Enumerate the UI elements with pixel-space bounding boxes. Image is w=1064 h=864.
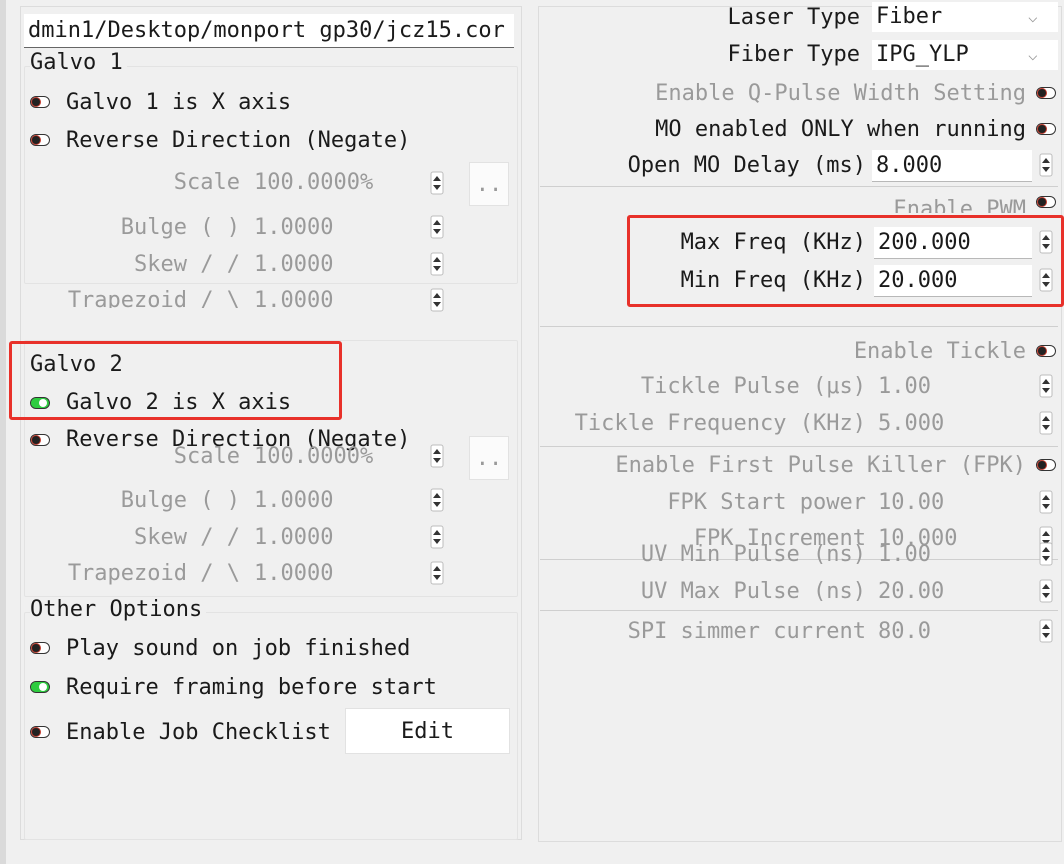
galvo1-trapezoid-value[interactable]: 1.0000 — [254, 288, 333, 308]
galvo2-bulge-label: Bulge ( ) — [120, 488, 240, 513]
galvo1-skew-value[interactable]: 1.0000 — [254, 251, 333, 279]
spin-arrows-icon[interactable] — [1038, 410, 1054, 436]
toggle-switch-icon[interactable] — [30, 96, 50, 108]
toggle-switch-icon[interactable] — [1036, 459, 1056, 471]
galvo1-trapezoid-label: Trapezoid / \ — [67, 288, 240, 308]
galvo2-scale-browse-button[interactable]: .. — [469, 436, 509, 480]
highlight-box-galvo2-x-axis — [9, 341, 342, 420]
section-divider — [540, 186, 1058, 187]
chevron-down-icon: ⌵ — [1028, 7, 1038, 26]
play-sound-label: Play sound on job finished — [66, 636, 411, 661]
spin-arrows-icon[interactable] — [1038, 152, 1054, 178]
spin-arrows-icon[interactable] — [429, 560, 445, 586]
spin-arrows-icon[interactable] — [429, 251, 445, 277]
spi-simmer-label: SPI simmer current — [627, 619, 866, 644]
toggle-switch-icon[interactable] — [30, 681, 50, 693]
q-pulse-label: Enable Q-Pulse Width Setting — [655, 81, 1026, 106]
fiber-type-select[interactable]: IPG_YLP ⌵ — [872, 40, 1058, 70]
galvo1-reverse-label: Reverse Direction (Negate) — [66, 128, 411, 153]
section-divider — [540, 326, 1058, 327]
fpk-label: Enable First Pulse Killer (FPK) — [615, 453, 1026, 478]
tickle-frequency-label: Tickle Frequency (KHz) — [574, 411, 866, 436]
spin-arrows-icon[interactable] — [1038, 373, 1054, 399]
laser-type-select[interactable]: Fiber ⌵ — [872, 2, 1058, 32]
mo-delay-label: Open MO Delay (ms) — [627, 153, 866, 178]
galvo1-x-axis-label: Galvo 1 is X axis — [66, 90, 292, 115]
tickle-pulse-label: Tickle Pulse (μs) — [640, 374, 866, 399]
section-divider — [540, 610, 1058, 611]
section-divider — [540, 528, 1058, 529]
galvo1-scale-browse-button[interactable]: .. — [469, 162, 509, 206]
pwm-label: Enable PWM — [893, 197, 1026, 213]
uv-min-label: UV Min Pulse (ns) — [640, 542, 866, 567]
toggle-switch-icon[interactable] — [30, 134, 50, 146]
galvo1-bulge-value[interactable]: 1.0000 — [254, 214, 333, 242]
uv-max-label: UV Max Pulse (ns) — [640, 579, 866, 604]
toggle-switch-icon[interactable] — [1036, 345, 1056, 357]
spin-arrows-icon[interactable] — [429, 487, 445, 513]
galvo1-bulge-label: Bulge ( ) — [120, 215, 240, 240]
tickle-frequency-value[interactable]: 5.000 — [878, 410, 944, 438]
galvo2-trapezoid-label: Trapezoid / \ — [67, 561, 240, 586]
mo-delay-input[interactable]: 8.000 — [872, 150, 1032, 182]
spin-arrows-icon[interactable] — [429, 524, 445, 550]
galvo2-trapezoid-value[interactable]: 1.0000 — [254, 560, 333, 588]
spin-arrows-icon[interactable] — [1038, 578, 1054, 604]
laser-type-value: Fiber — [876, 4, 943, 29]
uv-max-value[interactable]: 20.00 — [878, 578, 944, 606]
toggle-switch-icon[interactable] — [30, 434, 50, 446]
spin-arrows-icon[interactable] — [429, 287, 445, 313]
toggle-switch-icon[interactable] — [1036, 196, 1056, 208]
toggle-switch-icon[interactable] — [1036, 87, 1056, 99]
fiber-type-value: IPG_YLP — [876, 42, 969, 67]
galvo1-scale-label: Scale — [173, 170, 240, 195]
uv-min-value[interactable]: 1.00 — [878, 541, 931, 569]
chevron-down-icon: ⌵ — [1028, 45, 1038, 64]
toggle-switch-icon[interactable] — [30, 642, 50, 654]
spin-arrows-icon[interactable] — [1038, 489, 1054, 515]
spi-simmer-value[interactable]: 80.0 — [878, 618, 931, 646]
spin-arrows-icon[interactable] — [1038, 618, 1054, 644]
galvo2-scale-value[interactable]: 100.0000% — [254, 443, 373, 471]
laser-type-label: Laser Type — [727, 5, 860, 30]
fpk-start-label: FPK Start power — [667, 490, 866, 515]
section-divider — [540, 446, 1058, 447]
galvo2-scale-label: Scale — [173, 444, 240, 469]
galvo2-skew-value[interactable]: 1.0000 — [254, 524, 333, 552]
fiber-type-label: Fiber Type — [727, 42, 860, 67]
fpk-start-value[interactable]: 10.00 — [878, 489, 944, 517]
galvo2-skew-label: Skew / / — [134, 525, 240, 550]
galvo1-skew-label: Skew / / — [134, 252, 240, 277]
toggle-switch-icon[interactable] — [1036, 123, 1056, 135]
cor-file-path-field[interactable]: dmin1/Desktop/monport gp30/jcz15.cor — [24, 14, 514, 48]
galvo1-title: Galvo 1 — [30, 50, 127, 76]
window-edge — [0, 0, 6, 864]
tickle-label: Enable Tickle — [853, 339, 1026, 364]
require-framing-label: Require framing before start — [66, 675, 437, 700]
job-checklist-label: Enable Job Checklist — [66, 720, 331, 745]
mo-running-label: MO enabled ONLY when running — [655, 117, 1026, 142]
spin-arrows-icon[interactable] — [429, 443, 445, 469]
edit-checklist-button[interactable]: Edit — [345, 708, 510, 754]
other-options-title: Other Options — [30, 597, 207, 623]
highlight-box-frequency — [627, 215, 1064, 307]
galvo2-bulge-value[interactable]: 1.0000 — [254, 487, 333, 515]
toggle-switch-icon[interactable] — [30, 726, 50, 738]
tickle-pulse-value[interactable]: 1.00 — [878, 373, 931, 401]
spin-arrows-icon[interactable] — [429, 170, 445, 196]
spin-arrows-icon[interactable] — [429, 214, 445, 240]
galvo1-scale-value[interactable]: 100.0000% — [254, 169, 373, 197]
spin-arrows-icon[interactable] — [1038, 541, 1054, 567]
